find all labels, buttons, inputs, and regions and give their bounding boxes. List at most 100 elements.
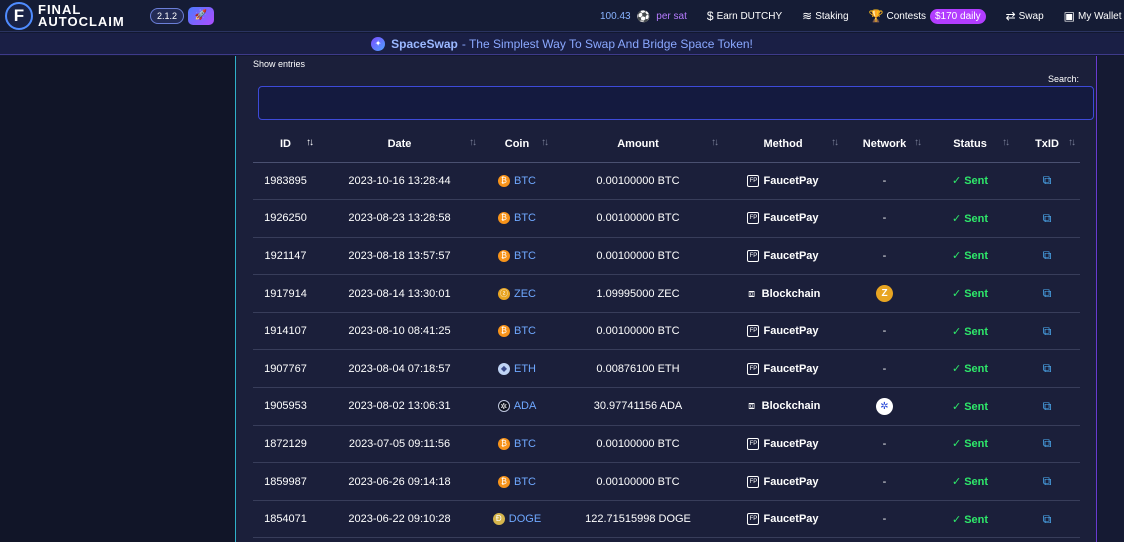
cell-amount: 0.00100000 BTC xyxy=(553,462,723,501)
external-link-icon[interactable]: ⧉ xyxy=(1043,324,1052,338)
cell-amount: 0.00100000 BTC xyxy=(553,199,723,238)
col-header-amount[interactable]: Amount ↑↓ xyxy=(553,126,723,163)
btc-coin-icon: ₿ xyxy=(498,475,510,488)
cell-coin[interactable]: ◆ ETH xyxy=(481,349,553,389)
swap-arrows-icon: ⇄ xyxy=(1005,9,1016,23)
col-label: TxID xyxy=(1035,137,1059,150)
cell-date: 2023-08-10 08:41:25 xyxy=(318,312,481,351)
cell-date: 2023-06-22 09:10:28 xyxy=(318,500,481,539)
cell-method: FP FaucetPay xyxy=(723,312,843,351)
method-label: FaucetPay xyxy=(763,362,819,375)
coin-link[interactable]: ZEC xyxy=(514,288,536,300)
cell-method: FP FaucetPay xyxy=(723,199,843,238)
cell-amount: 0.00100000 BTC xyxy=(553,237,723,276)
cell-coin[interactable]: ⓩ ZEC xyxy=(481,274,553,313)
cell-method: ⧈ Blockchain xyxy=(723,274,843,313)
cell-coin[interactable]: ✲ ADA xyxy=(481,387,553,426)
rate-value: 100.43 xyxy=(600,10,631,22)
coin-link[interactable]: ETH xyxy=(514,363,536,375)
col-header-id[interactable]: ID ↑↓ xyxy=(253,126,318,163)
cell-date: 2023-08-18 13:57:57 xyxy=(318,237,481,276)
coin-link[interactable]: BTC xyxy=(514,438,536,450)
soccer-ball-icon: ⚽ xyxy=(636,10,651,23)
col-header-method[interactable]: Method ↑↓ xyxy=(723,126,843,163)
external-link-icon[interactable]: ⧉ xyxy=(1043,512,1052,526)
nav-staking[interactable]: ≋ Staking xyxy=(802,9,848,23)
btc-coin-icon: ₿ xyxy=(498,212,510,225)
coin-link[interactable]: BTC xyxy=(514,325,536,337)
cell-txid[interactable]: ⧉ xyxy=(1014,349,1080,389)
col-header-coin[interactable]: Coin ↑↓ xyxy=(481,126,553,163)
nav-my-wallet[interactable]: ▣ My Wallet xyxy=(1064,9,1122,23)
blockchain-icon: ⧈ xyxy=(748,400,756,413)
sort-icon: ↑↓ xyxy=(711,137,719,148)
cell-txid[interactable]: ⧉ xyxy=(1014,199,1080,238)
col-header-date[interactable]: Date ↑↓ xyxy=(318,126,481,163)
cell-coin[interactable]: ₿ BTC xyxy=(481,199,553,238)
promo-banner[interactable]: ✦ SpaceSwap - The Simplest Way To Swap A… xyxy=(0,33,1124,55)
cell-date: 2023-08-04 07:18:57 xyxy=(318,349,481,389)
site-logo[interactable]: F FINAL AUTOCLAIM xyxy=(5,0,138,32)
table-row: 1859987 2023-06-26 09:14:18 ₿ BTC 0.00100… xyxy=(253,462,1080,501)
cell-txid[interactable]: ⧉ xyxy=(1014,312,1080,351)
external-link-icon[interactable]: ⧉ xyxy=(1043,361,1052,375)
status-label: Sent xyxy=(964,325,989,338)
cell-method: FP FaucetPay xyxy=(723,162,843,201)
coin-link[interactable]: DOGE xyxy=(509,513,541,525)
cell-coin[interactable]: ₿ BTC xyxy=(481,312,553,351)
coin-link[interactable]: BTC xyxy=(514,250,536,262)
col-header-txid[interactable]: TxID ↑↓ xyxy=(1014,126,1080,163)
cell-txid[interactable]: ⧉ xyxy=(1014,425,1080,464)
external-link-icon[interactable]: ⧉ xyxy=(1043,399,1052,413)
faucetpay-icon: FP xyxy=(747,513,760,526)
cell-txid[interactable]: ⧉ xyxy=(1014,237,1080,276)
cell-coin[interactable]: ₿ BTC xyxy=(481,237,553,276)
col-header-network[interactable]: Network ↑↓ xyxy=(843,126,926,163)
table-row: 1872129 2023-07-05 09:11:56 ₿ BTC 0.00100… xyxy=(253,425,1080,464)
cell-id: 1854071 xyxy=(253,500,318,539)
nav-contests[interactable]: 🏆 Contests $170 daily xyxy=(868,8,986,24)
nav-swap[interactable]: ⇄ Swap xyxy=(1006,9,1044,23)
spaceswap-icon: ✦ xyxy=(371,36,386,51)
status-badge: ✓ Sent xyxy=(951,476,989,489)
external-link-icon[interactable]: ⧉ xyxy=(1043,248,1052,262)
search-input[interactable] xyxy=(258,86,1094,120)
method-label: Blockchain xyxy=(761,400,821,413)
cell-network: - xyxy=(843,312,926,351)
sort-desc-icon: ↑↓ xyxy=(306,137,314,148)
cell-txid[interactable]: ⧉ xyxy=(1014,500,1080,539)
rocket-icon[interactable]: 🚀 xyxy=(188,6,215,25)
nav-earn-dutchy[interactable]: $ Earn DUTCHY xyxy=(707,9,782,23)
external-link-icon[interactable]: ⧉ xyxy=(1043,173,1052,187)
col-header-status[interactable]: Status ↑↓ xyxy=(926,126,1014,163)
coin-link[interactable]: BTC xyxy=(514,175,536,187)
cell-txid[interactable]: ⧉ xyxy=(1014,162,1080,201)
withdrawals-table: ID ↑↓ Date ↑↓ Coin ↑↓ Amount ↑↓ Method ↑↓ Net… xyxy=(253,126,1080,539)
method-label: FaucetPay xyxy=(763,325,819,338)
cell-id: 1917914 xyxy=(253,274,318,313)
status-label: Sent xyxy=(964,363,989,376)
col-label: Method xyxy=(763,137,803,150)
method-label: FaucetPay xyxy=(763,437,819,450)
coin-link[interactable]: ADA xyxy=(514,400,537,412)
table-row: 1914107 2023-08-10 08:41:25 ₿ BTC 0.00100… xyxy=(253,312,1080,351)
coin-link[interactable]: BTC xyxy=(514,212,536,224)
cell-coin[interactable]: ₿ BTC xyxy=(481,162,553,201)
cell-id: 1914107 xyxy=(253,312,318,351)
external-link-icon[interactable]: ⧉ xyxy=(1043,474,1052,488)
cell-coin[interactable]: ₿ BTC xyxy=(481,462,553,501)
cell-coin[interactable]: ₿ BTC xyxy=(481,425,553,464)
cell-txid[interactable]: ⧉ xyxy=(1014,274,1080,313)
external-link-icon[interactable]: ⧉ xyxy=(1043,211,1052,225)
external-link-icon[interactable]: ⧉ xyxy=(1043,286,1052,300)
cell-coin[interactable]: Ð DOGE xyxy=(481,500,553,539)
btc-coin-icon: ₿ xyxy=(498,325,510,338)
external-link-icon[interactable]: ⧉ xyxy=(1043,436,1052,450)
coin-link[interactable]: BTC xyxy=(514,476,536,488)
cell-txid[interactable]: ⧉ xyxy=(1014,387,1080,426)
cell-txid[interactable]: ⧉ xyxy=(1014,462,1080,501)
nav-right: 100.43 ⚽ per sat $ Earn DUTCHY ≋ Staking… xyxy=(600,0,1122,32)
ada-coin-icon: ✲ xyxy=(497,400,510,413)
cell-date: 2023-08-23 13:28:58 xyxy=(318,199,481,238)
trophy-icon: 🏆 xyxy=(868,9,884,23)
